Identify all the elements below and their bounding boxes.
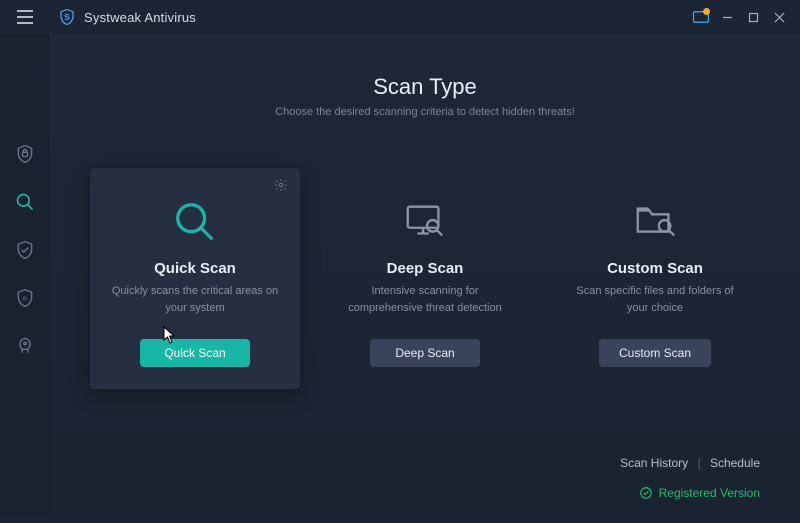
sidebar-item-protection[interactable]: [0, 130, 50, 178]
quick-scan-title: Quick Scan: [104, 260, 286, 277]
quick-scan-desc: Quickly scans the critical areas on your…: [104, 283, 286, 317]
app-logo-icon: S: [58, 8, 76, 26]
search-icon: [104, 194, 286, 250]
svg-text:S: S: [64, 13, 70, 22]
custom-scan-button[interactable]: Custom Scan: [599, 339, 711, 367]
deep-scan-desc: Intensive scanning for comprehensive thr…: [334, 283, 516, 317]
schedule-link[interactable]: Schedule: [710, 456, 760, 470]
scan-card-deep[interactable]: Deep Scan Intensive scanning for compreh…: [320, 168, 530, 389]
gear-icon[interactable]: [274, 178, 288, 197]
sidebar: e: [0, 34, 50, 516]
folder-scan-icon: [564, 194, 746, 250]
svg-text:e: e: [23, 294, 27, 303]
titlebar: S Systweak Antivirus: [0, 0, 800, 34]
scan-history-link[interactable]: Scan History: [620, 456, 688, 470]
maximize-button[interactable]: [740, 4, 766, 30]
close-button[interactable]: [766, 4, 792, 30]
page-subheading: Choose the desired scanning criteria to …: [90, 106, 760, 118]
custom-scan-title: Custom Scan: [564, 260, 746, 277]
sidebar-item-web[interactable]: e: [0, 274, 50, 322]
separator: |: [697, 456, 700, 470]
scan-card-quick[interactable]: Quick Scan Quickly scans the critical ar…: [90, 168, 300, 389]
quick-scan-button[interactable]: Quick Scan: [140, 339, 250, 367]
page-heading: Scan Type: [90, 74, 760, 100]
notification-badge: [703, 8, 710, 15]
deep-scan-title: Deep Scan: [334, 260, 516, 277]
menu-button[interactable]: [0, 0, 50, 34]
sidebar-item-boost[interactable]: [0, 322, 50, 370]
main-content: Scan Type Choose the desired scanning cr…: [50, 34, 800, 516]
scan-card-custom[interactable]: Custom Scan Scan specific files and fold…: [550, 168, 760, 389]
custom-scan-desc: Scan specific files and folders of your …: [564, 283, 746, 317]
sidebar-item-quarantine[interactable]: [0, 226, 50, 274]
monitor-scan-icon: [334, 194, 516, 250]
sidebar-item-scan[interactable]: [0, 178, 50, 226]
footer-links: Scan History | Schedule: [620, 456, 760, 470]
notification-button[interactable]: [688, 4, 714, 30]
license-status: Registered Version: [639, 486, 760, 500]
deep-scan-button[interactable]: Deep Scan: [370, 339, 480, 367]
app-title: Systweak Antivirus: [84, 10, 196, 25]
minimize-button[interactable]: [714, 4, 740, 30]
license-status-label: Registered Version: [659, 486, 760, 500]
